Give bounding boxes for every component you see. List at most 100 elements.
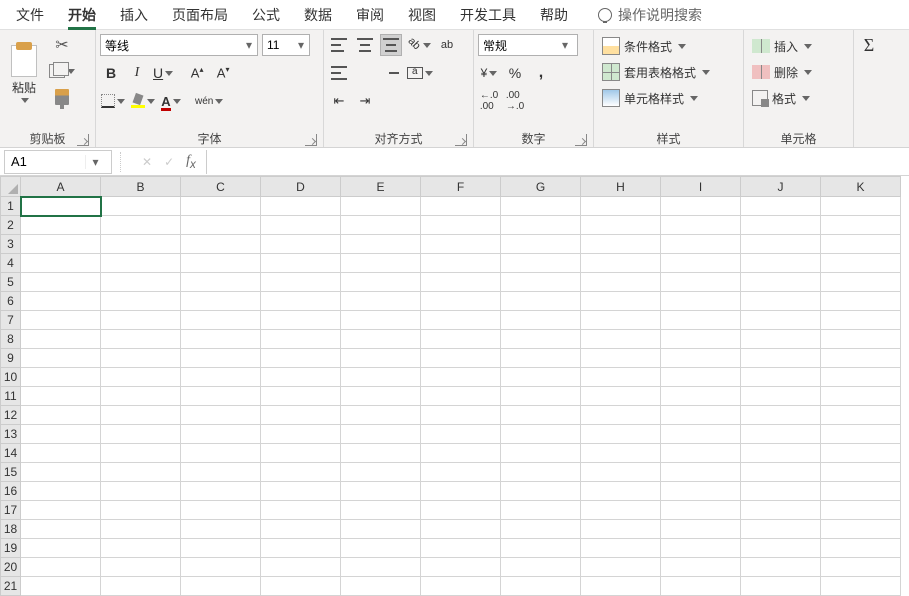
- cell[interactable]: [661, 444, 741, 463]
- cell[interactable]: [21, 463, 101, 482]
- cell[interactable]: [821, 330, 901, 349]
- row-header[interactable]: 2: [1, 216, 21, 235]
- cell[interactable]: [661, 406, 741, 425]
- cell[interactable]: [501, 349, 581, 368]
- cell[interactable]: [661, 349, 741, 368]
- cell[interactable]: [181, 349, 261, 368]
- menu-home[interactable]: 开始: [56, 1, 108, 29]
- cell[interactable]: [741, 425, 821, 444]
- cell[interactable]: [21, 520, 101, 539]
- dialog-launcher[interactable]: [575, 134, 587, 146]
- cell[interactable]: [501, 292, 581, 311]
- cell[interactable]: [421, 444, 501, 463]
- italic-button[interactable]: I: [126, 62, 148, 84]
- dialog-launcher[interactable]: [455, 134, 467, 146]
- cell[interactable]: [341, 463, 421, 482]
- cell[interactable]: [741, 216, 821, 235]
- chevron-down-icon[interactable]: ▾: [241, 38, 257, 52]
- cell[interactable]: [341, 235, 421, 254]
- menu-page-layout[interactable]: 页面布局: [160, 1, 240, 29]
- cell[interactable]: [341, 311, 421, 330]
- cell[interactable]: [581, 273, 661, 292]
- cell[interactable]: [661, 558, 741, 577]
- cell[interactable]: [501, 197, 581, 216]
- cell[interactable]: [501, 558, 581, 577]
- cell[interactable]: [501, 216, 581, 235]
- row-header[interactable]: 3: [1, 235, 21, 254]
- cell[interactable]: [501, 330, 581, 349]
- cell[interactable]: [821, 539, 901, 558]
- cell[interactable]: [501, 406, 581, 425]
- decrease-indent-button[interactable]: ⇤: [328, 90, 350, 112]
- row-header[interactable]: 13: [1, 425, 21, 444]
- cell[interactable]: [421, 311, 501, 330]
- phonetic-button[interactable]: wén: [194, 90, 224, 112]
- delete-cells-button[interactable]: 删除: [748, 60, 816, 84]
- cell[interactable]: [21, 577, 101, 596]
- cell[interactable]: [581, 330, 661, 349]
- cell[interactable]: [421, 539, 501, 558]
- cell[interactable]: [341, 273, 421, 292]
- cell[interactable]: [501, 482, 581, 501]
- row-header[interactable]: 10: [1, 368, 21, 387]
- cell[interactable]: [581, 406, 661, 425]
- row-header[interactable]: 7: [1, 311, 21, 330]
- cell[interactable]: [661, 482, 741, 501]
- row-header[interactable]: 18: [1, 520, 21, 539]
- cell[interactable]: [741, 482, 821, 501]
- cell[interactable]: [101, 197, 181, 216]
- format-cells-button[interactable]: 格式: [748, 86, 814, 110]
- increase-indent-button[interactable]: ⇥: [354, 90, 376, 112]
- cell[interactable]: [741, 387, 821, 406]
- select-all-corner[interactable]: [1, 177, 21, 197]
- cell[interactable]: [261, 425, 341, 444]
- cell[interactable]: [821, 425, 901, 444]
- menu-data[interactable]: 数据: [292, 1, 344, 29]
- cell[interactable]: [421, 482, 501, 501]
- row-header[interactable]: 12: [1, 406, 21, 425]
- cell[interactable]: [21, 501, 101, 520]
- cell[interactable]: [741, 330, 821, 349]
- cell[interactable]: [661, 254, 741, 273]
- cell[interactable]: [741, 501, 821, 520]
- cell[interactable]: [821, 292, 901, 311]
- cell[interactable]: [581, 311, 661, 330]
- cell[interactable]: [101, 463, 181, 482]
- cell[interactable]: [101, 577, 181, 596]
- cell[interactable]: [101, 235, 181, 254]
- cell[interactable]: [101, 501, 181, 520]
- cell[interactable]: [181, 330, 261, 349]
- row-header[interactable]: 21: [1, 577, 21, 596]
- cell[interactable]: [421, 292, 501, 311]
- cell[interactable]: [101, 539, 181, 558]
- row-header[interactable]: 20: [1, 558, 21, 577]
- decrease-decimal-button[interactable]: .00→.0: [504, 90, 526, 112]
- cell[interactable]: [101, 444, 181, 463]
- cell[interactable]: [341, 254, 421, 273]
- cell[interactable]: [581, 235, 661, 254]
- menu-view[interactable]: 视图: [396, 1, 448, 29]
- cell[interactable]: [261, 349, 341, 368]
- chevron-down-icon[interactable]: ▾: [85, 155, 105, 169]
- cell[interactable]: [421, 463, 501, 482]
- cell[interactable]: [181, 368, 261, 387]
- cell[interactable]: [661, 330, 741, 349]
- row-header[interactable]: 8: [1, 330, 21, 349]
- cell[interactable]: [661, 292, 741, 311]
- cell[interactable]: [741, 254, 821, 273]
- cell[interactable]: [341, 520, 421, 539]
- column-header[interactable]: K: [821, 177, 901, 197]
- cell[interactable]: [341, 425, 421, 444]
- cell[interactable]: [821, 577, 901, 596]
- column-header[interactable]: G: [501, 177, 581, 197]
- cell[interactable]: [501, 387, 581, 406]
- cell[interactable]: [741, 577, 821, 596]
- cell[interactable]: [821, 349, 901, 368]
- cell[interactable]: [821, 501, 901, 520]
- cell[interactable]: [181, 463, 261, 482]
- cell[interactable]: [821, 482, 901, 501]
- cell[interactable]: [101, 330, 181, 349]
- cell[interactable]: [181, 482, 261, 501]
- cell[interactable]: [341, 501, 421, 520]
- cell[interactable]: [261, 558, 341, 577]
